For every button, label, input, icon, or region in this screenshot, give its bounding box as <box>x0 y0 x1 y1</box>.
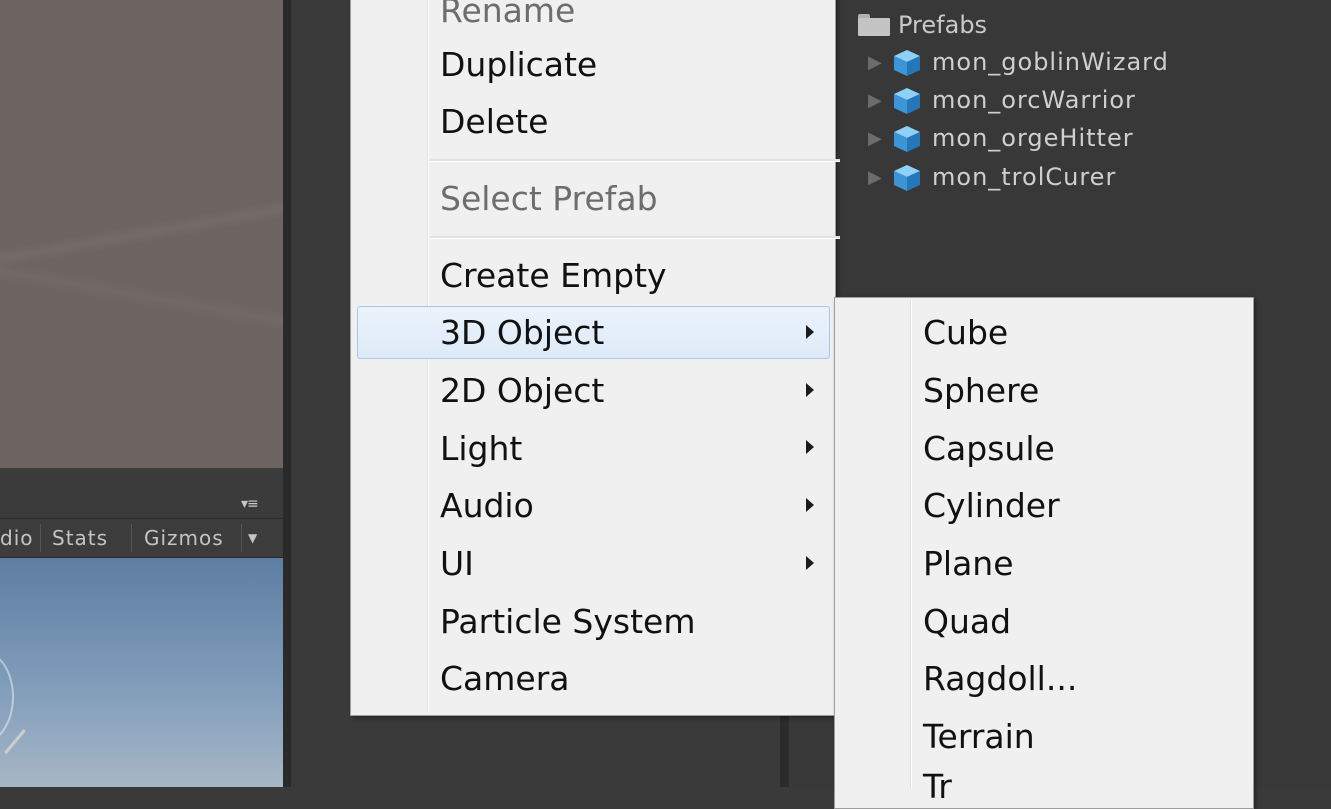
prefab-cube-icon <box>892 124 920 152</box>
submenu-item-partial[interactable]: Tr <box>923 770 952 803</box>
submenu-arrow-icon <box>806 498 814 512</box>
menu-item-particle-system[interactable]: Particle System <box>440 597 695 647</box>
menu-separator <box>430 159 840 162</box>
folder-label: Prefabs <box>898 11 988 39</box>
audio-toggle-button[interactable]: dio <box>0 518 34 556</box>
menu-item-rename[interactable]: Rename <box>440 0 575 36</box>
prefabs-folder[interactable]: Prefabs <box>858 10 987 40</box>
gizmos-dropdown-icon[interactable]: ▼ <box>248 518 258 556</box>
expand-arrow-icon[interactable]: ▶ <box>868 128 892 149</box>
folder-icon <box>858 14 890 36</box>
submenu-arrow-icon <box>806 383 814 397</box>
submenu-item-capsule[interactable]: Capsule <box>923 424 1055 474</box>
menu-item-create-empty[interactable]: Create Empty <box>440 251 667 301</box>
submenu-item-cylinder[interactable]: Cylinder <box>923 481 1060 531</box>
submenu-item-ragdoll[interactable]: Ragdoll... <box>923 654 1077 704</box>
menu-item-duplicate[interactable]: Duplicate <box>440 40 597 90</box>
toolbar-separator <box>131 524 132 552</box>
submenu-item-sphere[interactable]: Sphere <box>923 366 1039 416</box>
tree-item[interactable]: ▶ mon_trolCurer <box>868 160 1116 194</box>
menu-item-delete[interactable]: Delete <box>440 97 548 147</box>
toolbar-separator <box>40 524 41 552</box>
menu-item-2d-object[interactable]: 2D Object <box>440 366 604 416</box>
gizmos-button[interactable]: Gizmos <box>144 518 224 556</box>
tree-item-label: mon_goblinWizard <box>932 48 1169 76</box>
panel-divider <box>283 0 291 787</box>
tree-item[interactable]: ▶ mon_orgeHitter <box>868 121 1134 155</box>
tree-item[interactable]: ▶ mon_goblinWizard <box>868 45 1169 79</box>
menu-item-audio[interactable]: Audio <box>440 481 534 531</box>
submenu-arrow-icon <box>806 325 814 339</box>
menu-item-light[interactable]: Light <box>440 424 522 474</box>
menu-item-3d-object[interactable]: 3D Object <box>440 308 604 358</box>
tree-item-label: mon_orcWarrior <box>932 86 1136 114</box>
submenu-item-terrain[interactable]: Terrain <box>923 712 1035 762</box>
submenu-icon-gutter <box>910 299 912 789</box>
tree-item-label: mon_orgeHitter <box>932 124 1134 152</box>
prefab-cube-icon <box>892 48 920 76</box>
submenu-item-plane[interactable]: Plane <box>923 539 1014 589</box>
menu-item-select-prefab[interactable]: Select Prefab <box>440 174 658 224</box>
panel-menu-icon[interactable]: ▾≡ <box>241 496 259 512</box>
stats-button[interactable]: Stats <box>52 518 108 556</box>
prefab-cube-icon <box>892 86 920 114</box>
submenu-arrow-icon <box>806 556 814 570</box>
prefab-cube-icon <box>892 163 920 191</box>
tree-item-label: mon_trolCurer <box>932 163 1117 191</box>
expand-arrow-icon[interactable]: ▶ <box>868 52 892 73</box>
menu-item-camera[interactable]: Camera <box>440 654 570 704</box>
submenu-item-cube[interactable]: Cube <box>923 308 1008 358</box>
submenu-3d-object <box>834 297 1254 809</box>
submenu-item-quad[interactable]: Quad <box>923 597 1011 647</box>
menu-item-ui[interactable]: UI <box>440 539 474 589</box>
game-view[interactable] <box>0 558 283 787</box>
tree-item[interactable]: ▶ mon_orcWarrior <box>868 83 1136 117</box>
expand-arrow-icon[interactable]: ▶ <box>868 90 892 111</box>
scene-view[interactable] <box>0 0 283 468</box>
expand-arrow-icon[interactable]: ▶ <box>868 167 892 188</box>
toolbar-separator <box>241 524 242 552</box>
submenu-arrow-icon <box>806 440 814 454</box>
menu-separator <box>430 236 840 239</box>
